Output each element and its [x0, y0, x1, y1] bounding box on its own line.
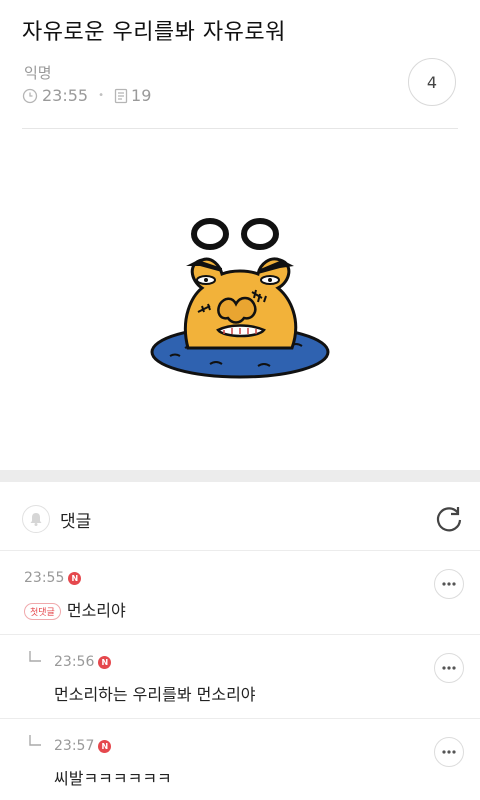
- comment-text: 씨발ㅋㅋㅋㅋㅋㅋ: [54, 769, 172, 788]
- new-badge: N: [98, 655, 112, 669]
- reply-arrow-icon: [29, 651, 41, 662]
- post-author: 익명: [24, 64, 52, 82]
- comment-time: 23:56: [54, 654, 95, 670]
- new-badge: N: [98, 739, 112, 753]
- new-badge: N: [68, 571, 82, 585]
- comment-time-row: 23:56 N: [54, 654, 112, 670]
- post-views: 19: [131, 86, 152, 105]
- document-icon: [114, 88, 128, 103]
- sticker-image: [150, 218, 330, 379]
- comment-time: 23:55: [24, 570, 65, 586]
- comment-body: 첫댓글 먼소리야: [24, 597, 126, 621]
- comment-divider: [0, 634, 480, 635]
- title-divider: [22, 128, 458, 129]
- comment-more-button[interactable]: [434, 737, 464, 767]
- more-icon: [442, 666, 456, 670]
- post-time: 23:55: [42, 86, 89, 105]
- comments-header: 댓글: [22, 504, 464, 534]
- bell-icon[interactable]: [22, 505, 50, 533]
- post-meta: 23:55 • 19: [22, 86, 151, 105]
- reply-arrow-icon: [29, 735, 41, 746]
- comment-time-row: 23:57 N: [54, 738, 112, 754]
- section-divider: [0, 470, 480, 482]
- comment-more-button[interactable]: [434, 653, 464, 683]
- more-icon: [442, 582, 456, 586]
- comment-divider: [0, 718, 480, 719]
- comments-title: 댓글: [60, 511, 92, 532]
- comment-text: 먼소리야: [66, 601, 126, 620]
- post-title: 자유로운 우리를봐 자유로워: [22, 20, 286, 45]
- first-comment-badge: 첫댓글: [24, 603, 61, 620]
- comment-more-button[interactable]: [434, 569, 464, 599]
- comment-count-button[interactable]: 4: [408, 58, 456, 106]
- clock-icon: [22, 88, 38, 103]
- refresh-icon[interactable]: [434, 504, 464, 534]
- comment-time: 23:57: [54, 738, 95, 754]
- more-icon: [442, 750, 456, 754]
- comment-text: 먼소리하는 우리를봐 먼소리야: [54, 685, 256, 704]
- meta-separator: •: [98, 90, 105, 101]
- comments-header-divider: [0, 550, 480, 551]
- comment-time-row: 23:55 N: [24, 570, 82, 586]
